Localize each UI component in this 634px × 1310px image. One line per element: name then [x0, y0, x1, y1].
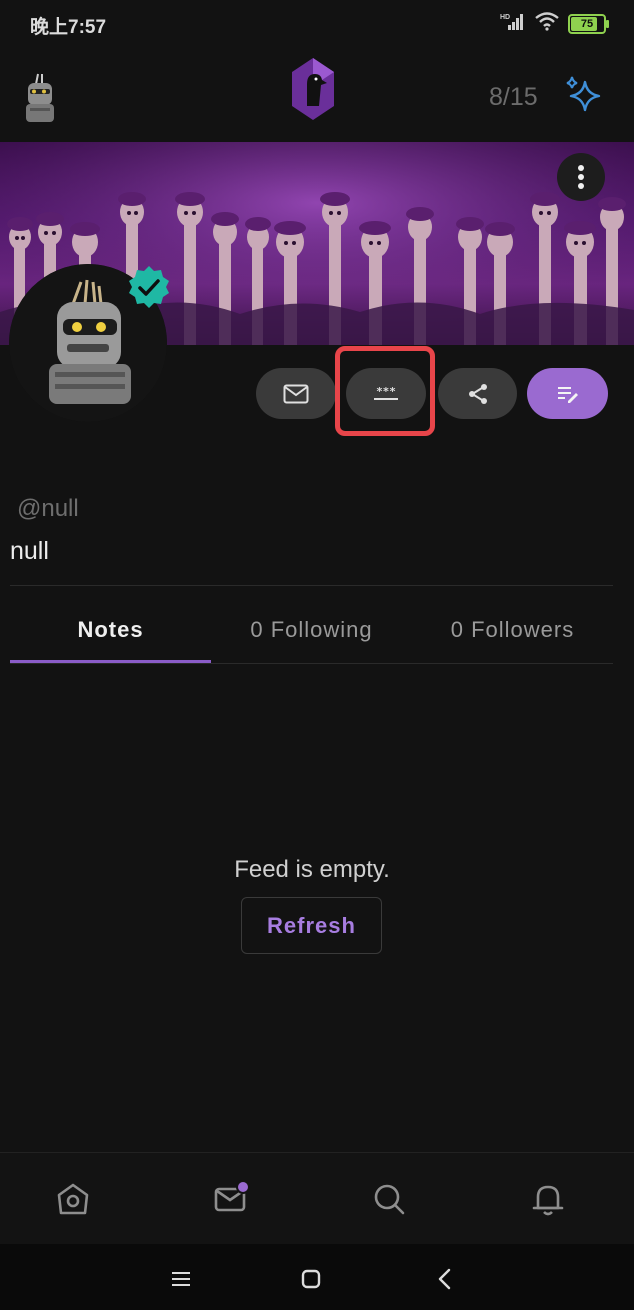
feed-empty-text: Feed is empty. — [234, 856, 390, 883]
unread-badge — [236, 1180, 250, 1194]
share-icon — [468, 383, 487, 404]
post-counter: 8/15 — [489, 83, 538, 111]
signal-icon: HD — [500, 11, 526, 36]
messages-icon[interactable] — [212, 1179, 252, 1219]
profile-display-name: null — [10, 537, 49, 565]
envelope-icon — [283, 384, 309, 403]
wifi-icon — [534, 11, 560, 36]
password-icon: *** — [374, 386, 398, 400]
back-icon[interactable] — [430, 1264, 460, 1294]
tab-following[interactable]: 0 Following — [211, 600, 412, 660]
app-logo-icon — [290, 56, 336, 122]
top-app-bar: 8/15 — [0, 50, 634, 142]
password-button[interactable]: *** — [346, 368, 426, 419]
share-button[interactable] — [438, 368, 517, 419]
status-time: 晚上7:57 — [30, 17, 107, 38]
battery-level: 75 — [580, 17, 594, 30]
refresh-button[interactable]: Refresh — [241, 897, 382, 954]
tab-followers[interactable]: 0 Followers — [412, 600, 613, 660]
more-options-button[interactable] — [557, 153, 605, 201]
user-avatar[interactable] — [20, 70, 60, 126]
recent-apps-icon[interactable] — [166, 1264, 196, 1294]
tab-notes[interactable]: Notes — [10, 600, 211, 660]
profile-actions: *** — [0, 368, 634, 420]
profile-handle: @null — [17, 495, 79, 522]
system-navigation-bar — [0, 1244, 634, 1310]
bottom-navigation — [0, 1152, 634, 1245]
battery-icon: 75 — [568, 13, 609, 34]
svg-text:***: *** — [376, 386, 396, 398]
notifications-icon[interactable] — [528, 1179, 568, 1219]
message-button[interactable] — [256, 368, 336, 419]
sparkle-icon[interactable] — [563, 74, 605, 116]
network-label: HD — [500, 14, 510, 21]
profile-tabs: Notes 0 Following 0 Followers — [10, 600, 613, 664]
home-button-icon[interactable] — [296, 1264, 326, 1294]
verified-badge-icon — [126, 264, 172, 310]
search-icon[interactable] — [369, 1179, 409, 1219]
home-icon[interactable] — [53, 1179, 93, 1219]
edit-profile-button[interactable] — [527, 368, 608, 419]
divider — [10, 663, 613, 664]
divider — [10, 585, 613, 586]
more-vertical-icon — [578, 165, 584, 189]
status-icons: HD 75 — [500, 11, 609, 36]
edit-icon — [557, 386, 578, 403]
status-bar: 晚上7:57 HD 75 — [0, 0, 634, 48]
